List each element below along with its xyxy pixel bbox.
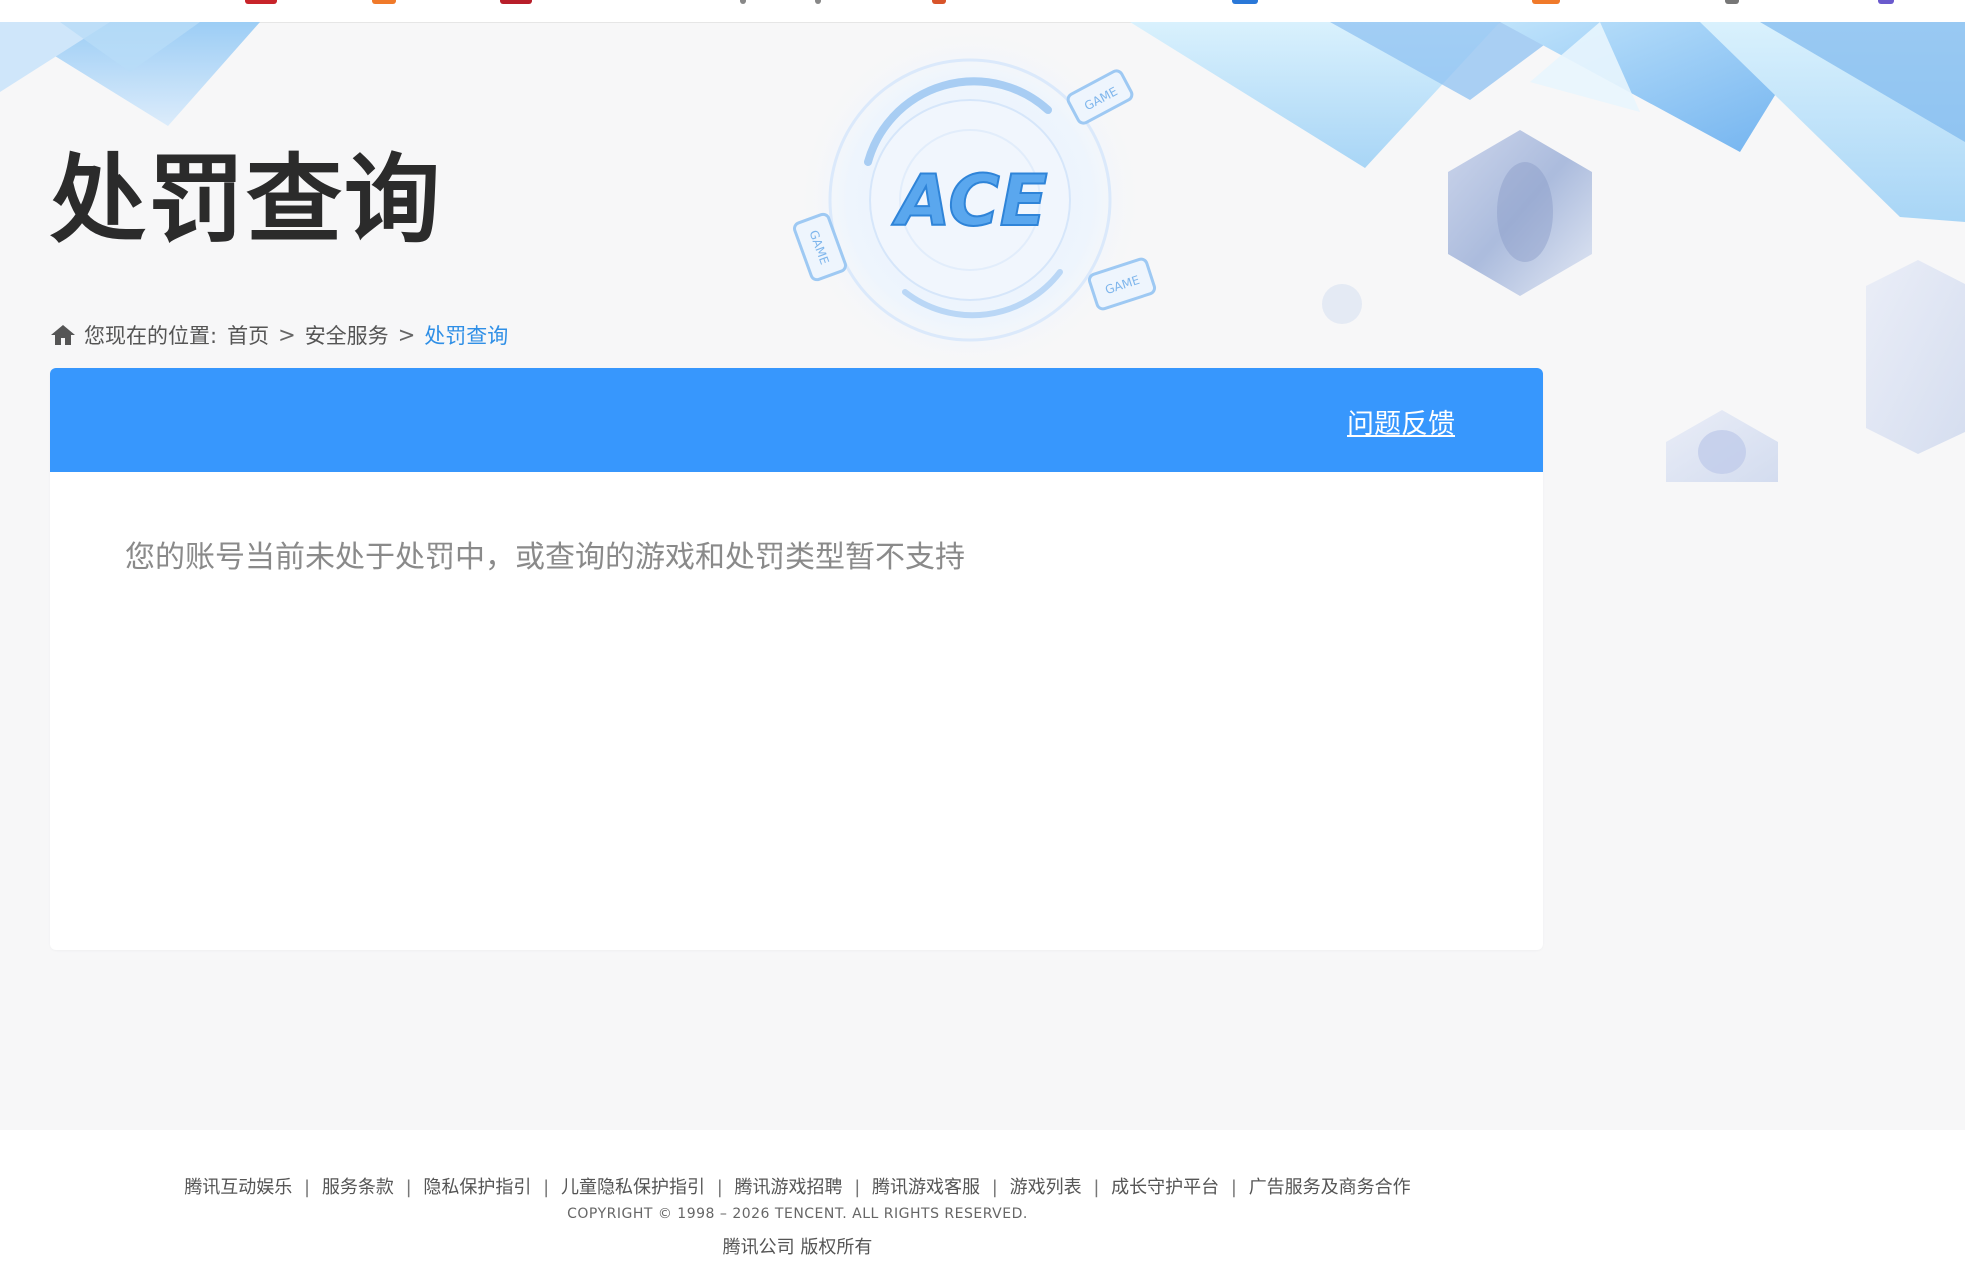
decor-dot [1322, 284, 1362, 324]
footer-separator: | [543, 1177, 550, 1198]
footer-link-child-privacy[interactable]: 儿童隐私保护指引 [561, 1177, 705, 1198]
ace-logo: ACE [890, 159, 1048, 243]
footer-link-game-list[interactable]: 游戏列表 [1010, 1177, 1082, 1198]
bookmark-icon[interactable] [740, 0, 746, 4]
footer-link-support[interactable]: 腾讯游戏客服 [872, 1177, 980, 1198]
bookmark-icon[interactable] [245, 0, 277, 4]
footer-link-tencent-ieg[interactable]: 腾讯互动娱乐 [184, 1177, 292, 1198]
breadcrumb-item-security-services[interactable]: 安全服务 [305, 320, 389, 350]
result-message: 您的账号当前未处于处罚中，或查询的游戏和处罚类型暂不支持 [125, 540, 965, 575]
footer-link-privacy[interactable]: 隐私保护指引 [423, 1177, 531, 1198]
company-text: 腾讯公司 版权所有 [722, 1237, 873, 1258]
footer-links: 腾讯互动娱乐 | 服务条款 | 隐私保护指引 | 儿童隐私保护指引 | 腾讯游戏… [0, 1173, 1595, 1199]
footer-separator: | [716, 1177, 723, 1198]
copyright-text: COPYRIGHT © 1998 – 2026 TENCENT. ALL RIG… [567, 1206, 1028, 1222]
bookmark-icon[interactable] [1532, 0, 1560, 4]
home-icon [51, 325, 75, 345]
page-title: 处罚查询 [50, 144, 442, 256]
footer-separator: | [854, 1177, 861, 1198]
footer-separator: | [304, 1177, 311, 1198]
footer-separator: | [1230, 1177, 1237, 1198]
panel-header: 问题反馈 [50, 368, 1543, 472]
bookmark-icon[interactable] [1878, 0, 1894, 4]
footer: 腾讯互动娱乐 | 服务条款 | 隐私保护指引 | 儿童隐私保护指引 | 腾讯游戏… [0, 1130, 1965, 1280]
footer-separator: | [1093, 1177, 1100, 1198]
footer-separator: | [991, 1177, 998, 1198]
footer-link-careers[interactable]: 腾讯游戏招聘 [735, 1177, 843, 1198]
breadcrumb-prefix: 您现在的位置: [84, 324, 218, 348]
footer-link-ads-business[interactable]: 广告服务及商务合作 [1249, 1177, 1411, 1198]
bookmark-icon[interactable] [1232, 0, 1258, 4]
bookmark-icon[interactable] [372, 0, 396, 4]
bookmark-icon[interactable] [1725, 0, 1739, 4]
footer-link-terms[interactable]: 服务条款 [322, 1177, 394, 1198]
character-portrait [1497, 162, 1553, 262]
breadcrumb-item-current[interactable]: 处罚查询 [424, 320, 508, 350]
breadcrumb-separator: > [278, 323, 296, 347]
character-portrait [1698, 430, 1746, 474]
feedback-link[interactable]: 问题反馈 [1347, 402, 1455, 441]
bookmark-icon[interactable] [815, 0, 821, 4]
browser-bookmarks-strip [0, 0, 1965, 23]
breadcrumb-item-home[interactable]: 首页 [227, 320, 269, 350]
character-hexagon [1866, 260, 1965, 454]
bookmark-icon[interactable] [932, 0, 946, 4]
footer-link-growth-guard[interactable]: 成长守护平台 [1111, 1177, 1219, 1198]
svg-text:ACE: ACE [891, 160, 1047, 242]
breadcrumb: 您现在的位置: 首页 > 安全服务 > 处罚查询 [50, 320, 508, 350]
bookmark-icon[interactable] [500, 0, 532, 4]
footer-separator: | [405, 1177, 412, 1198]
result-panel: 问题反馈 您的账号当前未处于处罚中，或查询的游戏和处罚类型暂不支持 [50, 368, 1543, 950]
breadcrumb-separator: > [397, 323, 416, 347]
